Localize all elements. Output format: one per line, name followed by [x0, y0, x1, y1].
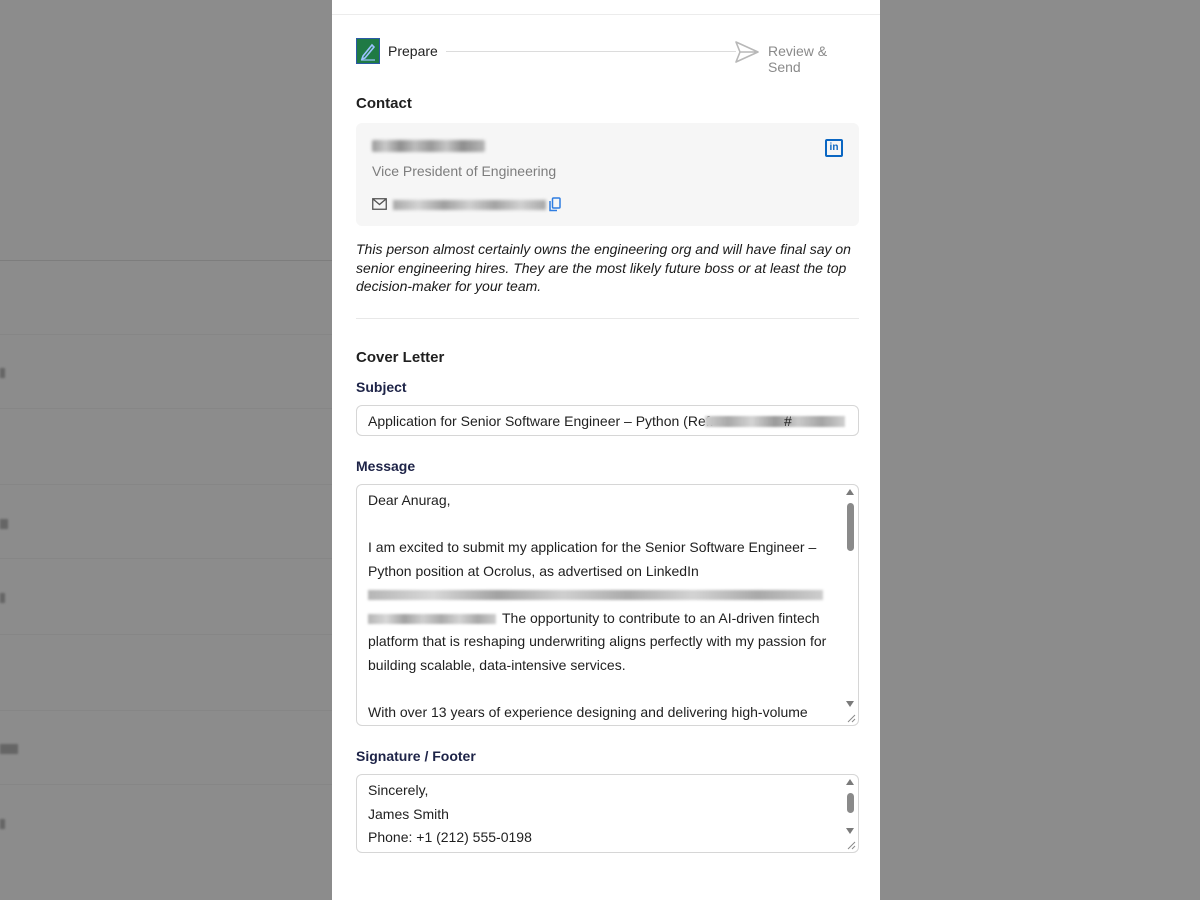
message-line: With over 13 years of experience designi… — [368, 703, 808, 720]
step-prepare-label[interactable]: Prepare — [388, 43, 438, 59]
contact-job-title: Vice President of Engineering — [372, 163, 557, 179]
message-line-redacted-url — [368, 583, 838, 607]
signature-textarea[interactable]: Sincerely, James Smith Phone: +1 (212) 5… — [356, 774, 859, 853]
resize-grip-icon[interactable] — [847, 714, 856, 723]
bg-divider — [0, 634, 332, 635]
scroll-thumb[interactable] — [847, 503, 854, 551]
message-line: The opportunity to contribute to an AI-d… — [368, 607, 838, 631]
bg-redacted-text — [0, 368, 5, 378]
bg-divider — [0, 484, 332, 485]
subject-hash: # — [784, 413, 792, 429]
contact-card: Vice President of Engineering in — [356, 123, 859, 226]
stepper-connector — [446, 51, 736, 52]
signature-label: Signature / Footer — [356, 748, 476, 764]
message-line: Python position at Ocrolus, as advertise… — [368, 562, 699, 579]
copy-icon[interactable] — [549, 197, 561, 212]
message-textarea[interactable]: Dear Anurag, I am excited to submit my a… — [356, 484, 859, 726]
section-divider — [356, 318, 859, 319]
message-line — [368, 677, 838, 701]
signature-text: Sincerely, James Smith Phone: +1 (212) 5… — [368, 779, 838, 850]
contact-email-redacted — [393, 200, 546, 210]
bg-divider — [0, 408, 332, 409]
mail-icon — [372, 198, 387, 210]
cover-letter-section-title: Cover Letter — [356, 349, 445, 366]
bg-redacted-text — [0, 744, 18, 754]
scroll-down-arrow[interactable] — [846, 828, 854, 834]
subject-value: Application for Senior Software Engineer… — [368, 413, 714, 429]
bg-divider — [0, 558, 332, 559]
subject-label: Subject — [356, 379, 407, 395]
bg-divider — [0, 784, 332, 785]
signature-line: James Smith — [368, 805, 449, 822]
message-line: building scalable, data-intensive servic… — [368, 656, 626, 673]
bg-redacted-text — [0, 593, 5, 603]
signature-line: Phone: +1 (212) 555-0198 — [368, 829, 532, 845]
bg-divider — [0, 334, 332, 335]
scroll-down-arrow[interactable] — [846, 701, 854, 707]
message-line: I am excited to submit my application fo… — [368, 539, 817, 555]
linkedin-icon[interactable]: in — [825, 139, 843, 157]
message-label: Message — [356, 458, 416, 474]
message-line: Dear Anurag, — [368, 492, 451, 508]
step-review-send-label[interactable]: Review & Send — [768, 43, 859, 75]
pencil-icon — [356, 38, 380, 64]
message-text: Dear Anurag, I am excited to submit my a… — [368, 489, 838, 724]
bg-divider — [0, 260, 332, 261]
message-line: platform that is reshaping underwriting … — [368, 633, 827, 649]
contact-section-title: Contact — [356, 95, 412, 112]
subject-ref-redacted — [705, 416, 845, 427]
resize-grip-icon[interactable] — [847, 841, 856, 850]
signature-line: Sincerely, — [368, 782, 429, 798]
modal-header-divider — [332, 14, 880, 15]
message-line — [368, 513, 838, 537]
bg-redacted-text — [0, 819, 5, 829]
contact-name-redacted — [372, 140, 485, 152]
cover-letter-modal: Prepare Review & Send Contact Vice Presi… — [332, 0, 880, 900]
stepper: Prepare Review & Send — [356, 38, 859, 75]
scroll-up-arrow[interactable] — [846, 779, 854, 785]
subject-input[interactable]: Application for Senior Software Engineer… — [356, 405, 859, 436]
scroll-thumb[interactable] — [847, 793, 854, 813]
bg-divider — [0, 710, 332, 711]
message-scrollbar[interactable] — [842, 485, 858, 725]
send-icon — [735, 41, 759, 63]
bg-redacted-text — [0, 519, 8, 529]
contact-note: This person almost certainly owns the en… — [356, 241, 851, 294]
scroll-up-arrow[interactable] — [846, 489, 854, 495]
message-line-text: The opportunity to contribute to an AI-d… — [502, 609, 820, 626]
